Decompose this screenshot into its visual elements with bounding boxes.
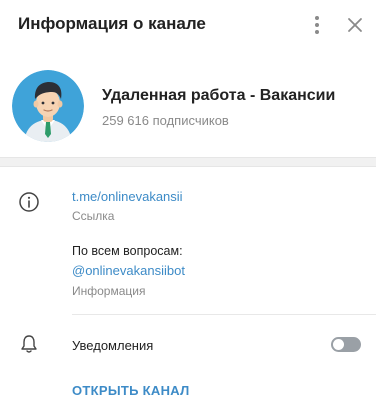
channel-link[interactable]: t.me/onlinevakansii: [72, 189, 183, 204]
info-icon: [18, 191, 40, 213]
notifications-toggle[interactable]: [331, 337, 361, 352]
row-separator: [72, 314, 376, 315]
description-mention-link[interactable]: @onlinevakansiibot: [72, 263, 185, 278]
description-text: По всем вопросам:: [72, 244, 183, 258]
panel-title: Информация о канале: [18, 14, 206, 33]
more-vertical-icon[interactable]: [308, 14, 326, 36]
description-caption: Информация: [72, 284, 146, 298]
link-caption: Ссылка: [72, 209, 115, 223]
close-icon[interactable]: [346, 16, 364, 34]
avatar[interactable]: [12, 70, 84, 142]
channel-name: Удаленная работа - Вакансии: [102, 87, 336, 104]
section-divider: [0, 157, 376, 167]
subscriber-count: 259 616 подписчиков: [102, 113, 229, 128]
notifications-label: Уведомления: [72, 338, 154, 353]
panel-header: Информация о канале: [0, 0, 376, 52]
open-channel-button[interactable]: ОТКРЫТЬ КАНАЛ: [72, 383, 190, 398]
channel-profile: Удаленная работа - Вакансии 259 616 подп…: [0, 52, 376, 157]
bell-icon: [18, 333, 40, 355]
toggle-knob: [333, 339, 344, 350]
